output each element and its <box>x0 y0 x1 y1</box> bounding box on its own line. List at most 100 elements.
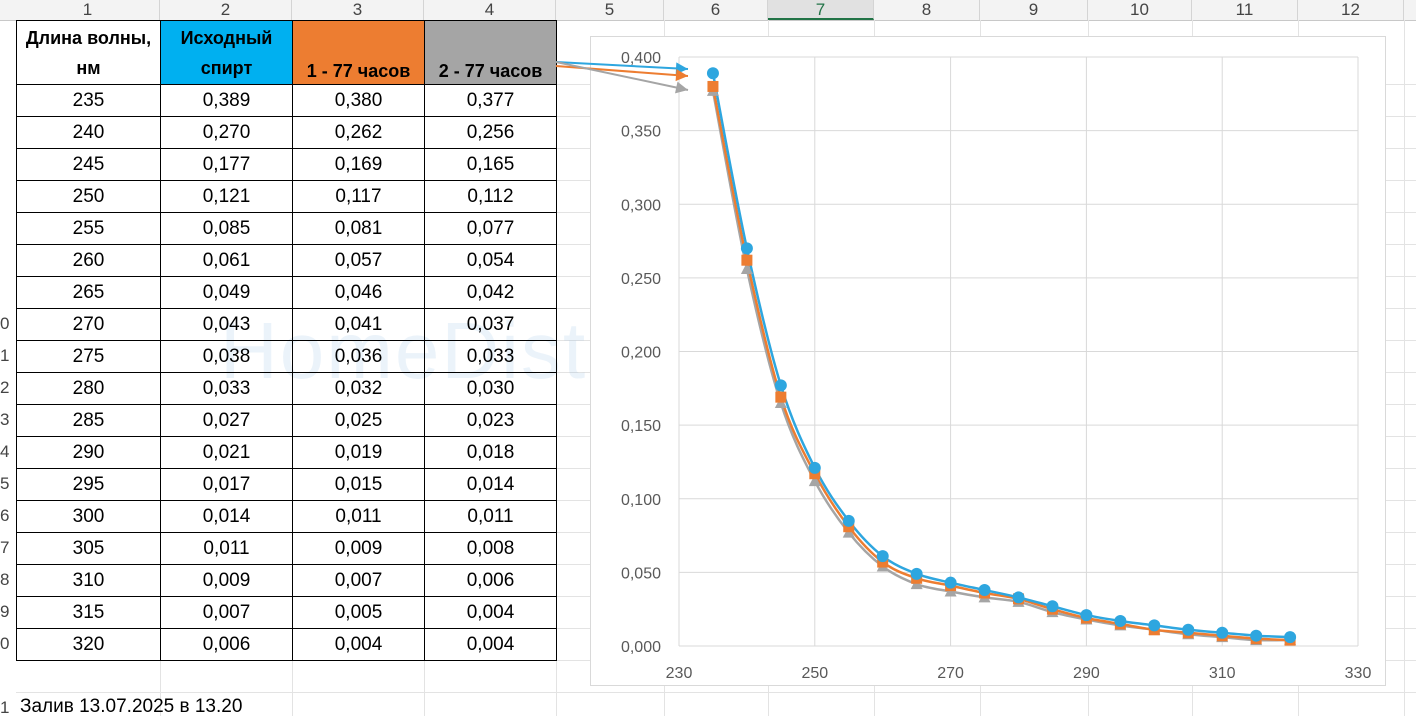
table-cell[interactable]: 0,033 <box>424 340 557 373</box>
table-cell[interactable]: 0,085 <box>160 212 293 245</box>
chart-area[interactable]: 0,000 0,050 0,100 0,150 0,200 0,250 0,300 0,350… <box>590 36 1386 686</box>
table-cell[interactable]: 305 <box>16 532 161 565</box>
table-cell[interactable]: 285 <box>16 404 161 437</box>
table-cell[interactable]: 0,014 <box>160 500 293 533</box>
row-number[interactable]: 6 <box>0 506 16 526</box>
table-cell[interactable]: 250 <box>16 180 161 213</box>
column-header-4[interactable]: 4 <box>424 0 556 20</box>
row-number[interactable]: 2 <box>0 378 16 398</box>
column-header-8[interactable]: 8 <box>874 0 980 20</box>
table-cell[interactable]: 0,042 <box>424 276 557 309</box>
table-cell[interactable]: 0,046 <box>292 276 425 309</box>
table-cell[interactable]: 0,007 <box>160 596 293 629</box>
table-cell[interactable]: 310 <box>16 564 161 597</box>
table-cell[interactable]: 0,262 <box>292 116 425 149</box>
column-header-7[interactable]: 7 <box>768 0 874 20</box>
table-cell[interactable]: 275 <box>16 340 161 373</box>
column-header-9[interactable]: 9 <box>980 0 1088 20</box>
table-cell[interactable]: 0,081 <box>292 212 425 245</box>
column-header-10[interactable]: 10 <box>1088 0 1192 20</box>
table-cell[interactable]: 265 <box>16 276 161 309</box>
table-cell[interactable]: 0,061 <box>160 244 293 277</box>
table-cell[interactable]: 280 <box>16 372 161 405</box>
table-cell[interactable]: 0,018 <box>424 436 557 469</box>
table-cell[interactable]: 0,011 <box>160 532 293 565</box>
column-header-5[interactable]: 5 <box>556 0 664 20</box>
footer-note-cell[interactable]: Залив 13.07.2025 в 13.20 <box>20 696 242 718</box>
table-cell[interactable]: 0,006 <box>160 628 293 661</box>
column-header-2[interactable]: 2 <box>160 0 292 20</box>
table-cell[interactable]: 0,049 <box>160 276 293 309</box>
table-cell[interactable]: 0,043 <box>160 308 293 341</box>
table-cell[interactable]: 0,169 <box>292 148 425 181</box>
table-cell[interactable]: 300 <box>16 500 161 533</box>
table-cell[interactable]: 0,032 <box>292 372 425 405</box>
table-cell[interactable]: 0,165 <box>424 148 557 181</box>
table-cell[interactable]: 0,389 <box>160 84 293 117</box>
table-cell[interactable]: 290 <box>16 436 161 469</box>
table-header-cell[interactable]: 2 - 77 часов <box>424 20 557 85</box>
table-header-cell[interactable]: Исходный спирт <box>160 20 293 85</box>
table-cell[interactable]: 0,011 <box>424 500 557 533</box>
table-cell[interactable]: 0,037 <box>424 308 557 341</box>
table-cell[interactable]: 0,015 <box>292 468 425 501</box>
table-cell[interactable]: 0,014 <box>424 468 557 501</box>
column-header-11[interactable]: 11 <box>1192 0 1298 20</box>
row-number[interactable]: 5 <box>0 474 16 494</box>
column-header-3[interactable]: 3 <box>292 0 424 20</box>
table-header-cell[interactable]: 1 - 77 часов <box>292 20 425 85</box>
column-header-12[interactable]: 12 <box>1298 0 1404 20</box>
row-number[interactable]: 4 <box>0 442 16 462</box>
table-cell[interactable]: 0,025 <box>292 404 425 437</box>
table-cell[interactable]: 270 <box>16 308 161 341</box>
row-number[interactable]: 3 <box>0 410 16 430</box>
table-cell[interactable]: 0,006 <box>424 564 557 597</box>
row-number[interactable]: 0 <box>0 314 16 334</box>
table-cell[interactable]: 0,270 <box>160 116 293 149</box>
table-cell[interactable]: 0,380 <box>292 84 425 117</box>
table-cell[interactable]: 245 <box>16 148 161 181</box>
table-cell[interactable]: 0,054 <box>424 244 557 277</box>
table-cell[interactable]: 0,009 <box>292 532 425 565</box>
table-cell[interactable]: 320 <box>16 628 161 661</box>
table-cell[interactable]: 0,377 <box>424 84 557 117</box>
table-cell[interactable]: 0,004 <box>424 628 557 661</box>
table-cell[interactable]: 0,008 <box>424 532 557 565</box>
row-number[interactable]: 8 <box>0 570 16 590</box>
table-cell[interactable]: 0,077 <box>424 212 557 245</box>
table-cell[interactable]: 235 <box>16 84 161 117</box>
table-cell[interactable]: 0,021 <box>160 436 293 469</box>
table-cell[interactable]: 0,030 <box>424 372 557 405</box>
table-cell[interactable]: 0,057 <box>292 244 425 277</box>
table-cell[interactable]: 255 <box>16 212 161 245</box>
table-cell[interactable]: 0,009 <box>160 564 293 597</box>
table-cell[interactable]: 0,121 <box>160 180 293 213</box>
table-cell[interactable]: 0,007 <box>292 564 425 597</box>
table-cell[interactable]: 0,256 <box>424 116 557 149</box>
table-cell[interactable]: 315 <box>16 596 161 629</box>
table-cell[interactable]: 0,177 <box>160 148 293 181</box>
row-number[interactable]: 1 <box>0 346 16 366</box>
table-cell[interactable]: 0,033 <box>160 372 293 405</box>
table-header-cell[interactable]: Длина волны, нм <box>16 20 161 85</box>
table-cell[interactable]: 0,004 <box>292 628 425 661</box>
row-number[interactable]: 0 <box>0 634 16 654</box>
table-cell[interactable]: 0,023 <box>424 404 557 437</box>
table-cell[interactable]: 0,019 <box>292 436 425 469</box>
table-cell[interactable]: 260 <box>16 244 161 277</box>
table-cell[interactable]: 0,017 <box>160 468 293 501</box>
row-number[interactable]: 1 <box>0 698 16 718</box>
table-cell[interactable]: 0,036 <box>292 340 425 373</box>
table-cell[interactable]: 0,027 <box>160 404 293 437</box>
row-number[interactable]: 7 <box>0 538 16 558</box>
table-cell[interactable]: 240 <box>16 116 161 149</box>
table-cell[interactable]: 295 <box>16 468 161 501</box>
table-cell[interactable]: 0,038 <box>160 340 293 373</box>
column-header-1[interactable]: 1 <box>16 0 160 20</box>
table-cell[interactable]: 0,011 <box>292 500 425 533</box>
absorbance-chart[interactable]: 0,000 0,050 0,100 0,150 0,200 0,250 0,300 0,350… <box>591 37 1385 685</box>
table-cell[interactable]: 0,117 <box>292 180 425 213</box>
row-number[interactable]: 9 <box>0 602 16 622</box>
table-cell[interactable]: 0,112 <box>424 180 557 213</box>
table-cell[interactable]: 0,004 <box>424 596 557 629</box>
